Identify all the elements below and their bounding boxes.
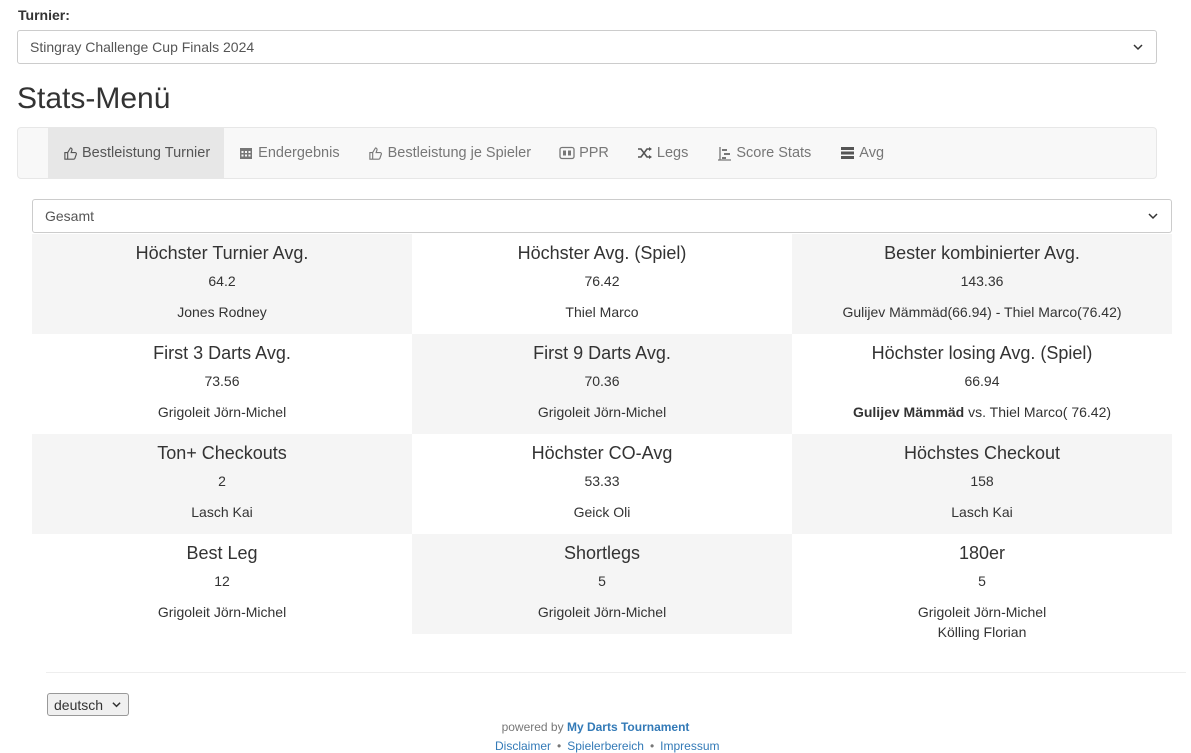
footer-link-impressum[interactable]: Impressum	[660, 739, 719, 753]
chevron-down-icon	[1132, 41, 1144, 53]
tab-label: Bestleistung Turnier	[82, 145, 211, 161]
stat-cell-ton-plus-checkouts: Ton+ Checkouts 2 Lasch Kai	[32, 434, 412, 534]
chevron-down-icon	[1147, 210, 1159, 222]
thumbs-up-icon	[62, 145, 78, 161]
stat-value: 76.42	[584, 273, 620, 289]
stat-value: 158	[970, 473, 994, 489]
footer-link-disclaimer[interactable]: Disclaimer	[495, 739, 551, 753]
tournament-label: Turnier:	[18, 7, 70, 23]
stat-cell-hoechster-losing-avg: Höchster losing Avg. (Spiel) 66.94 Gulij…	[792, 334, 1172, 434]
stat-cell-180er: 180er 5 Grigoleit Jörn-Michel Kölling Fl…	[792, 534, 1172, 640]
tab-label: Legs	[656, 145, 689, 161]
tab-label: PPR	[579, 145, 609, 161]
stat-player: Grigoleit Jörn-Michel	[537, 404, 667, 420]
stat-player: Gulijev Mämmäd(66.94) - Thiel Marco(76.4…	[842, 304, 1122, 320]
ppr-icon	[559, 145, 575, 161]
stat-player: Geick Oli	[573, 504, 631, 520]
tab-endergebnis[interactable]: Endergebnis	[224, 128, 353, 178]
powered-by: powered by My Darts Tournament	[0, 720, 1191, 734]
footer-divider	[46, 672, 1186, 673]
calendar-icon	[238, 145, 254, 161]
stat-title: Höchstes Checkout	[903, 443, 1061, 463]
tab-score-stats[interactable]: Score Stats	[702, 128, 825, 178]
footer-separator: •	[557, 739, 562, 753]
stat-title: First 3 Darts Avg.	[153, 343, 291, 363]
shuffle-icon	[637, 145, 653, 161]
stat-player: Lasch Kai	[951, 504, 1013, 520]
stat-title: Höchster Turnier Avg.	[135, 243, 309, 263]
tab-label: Avg	[859, 145, 885, 161]
stat-player: Grigoleit Jörn-Michel	[157, 404, 287, 420]
stat-cell-best-leg: Best Leg 12 Grigoleit Jörn-Michel	[32, 534, 412, 634]
stat-value: 5	[978, 573, 986, 589]
stat-cell-first-3-darts-avg: First 3 Darts Avg. 73.56 Grigoleit Jörn-…	[32, 334, 412, 434]
stat-cell-hoechstes-checkout: Höchstes Checkout 158 Lasch Kai	[792, 434, 1172, 534]
stats-grid: Höchster Turnier Avg. 64.2 Jones Rodney …	[32, 234, 1172, 640]
stat-player-1: Grigoleit Jörn-Michel	[917, 604, 1047, 620]
stat-title: Ton+ Checkouts	[157, 443, 287, 463]
footer-link-spielerbereich[interactable]: Spielerbereich	[567, 739, 644, 753]
stat-value: 2	[218, 473, 226, 489]
tournament-select[interactable]: Stingray Challenge Cup Finals 2024	[17, 30, 1157, 64]
stat-title: First 9 Darts Avg.	[533, 343, 671, 363]
footer-links: Disclaimer • Spielerbereich • Impressum	[495, 739, 719, 753]
stat-value: 64.2	[208, 273, 236, 289]
stat-title: Shortlegs	[563, 543, 641, 563]
tab-legs[interactable]: Legs	[623, 128, 702, 178]
stat-cell-hoechster-turnier-avg: Höchster Turnier Avg. 64.2 Jones Rodney	[32, 234, 412, 334]
tab-ppr[interactable]: PPR	[545, 128, 623, 178]
stat-value: 5	[598, 573, 606, 589]
stat-value: 70.36	[584, 373, 620, 389]
stat-title: Bester kombinierter Avg.	[884, 243, 1080, 263]
stats-nav: Bestleistung Turnier Endergebnis Bestlei…	[17, 127, 1157, 179]
stat-player: Jones Rodney	[177, 304, 267, 320]
stat-value: 53.33	[584, 473, 620, 489]
stat-player: Grigoleit Jörn-Michel	[537, 604, 667, 620]
stat-title: Höchster losing Avg. (Spiel)	[871, 343, 1093, 363]
stat-value: 12	[214, 573, 230, 589]
brand-link[interactable]: My Darts Tournament	[567, 720, 689, 734]
stat-player-loser: Gulijev Mämmäd	[852, 404, 965, 420]
scope-select-value: Gesamt	[45, 208, 95, 224]
chevron-down-icon	[110, 699, 122, 711]
stat-player: Gulijev Mämmäd vs. Thiel Marco( 76.42)	[792, 402, 1172, 422]
tree-icon	[716, 145, 732, 161]
tab-bestleistung-je-spieler[interactable]: Bestleistung je Spieler	[354, 128, 545, 178]
stat-value: 73.56	[204, 373, 240, 389]
scope-select[interactable]: Gesamt	[32, 199, 1172, 233]
stat-cell-hoechster-co-avg: Höchster CO-Avg 53.33 Geick Oli	[412, 434, 792, 534]
tab-label: Endergebnis	[258, 145, 340, 161]
stat-cell-first-9-darts-avg: First 9 Darts Avg. 70.36 Grigoleit Jörn-…	[412, 334, 792, 434]
tab-avg[interactable]: Avg	[825, 128, 898, 178]
stat-cell-bester-kombinierter-avg: Bester kombinierter Avg. 143.36 Gulijev …	[792, 234, 1172, 334]
page-title: Stats-Menü	[17, 82, 171, 115]
list-icon	[839, 145, 855, 161]
language-select[interactable]: deutsch	[47, 693, 129, 716]
stat-cell-shortlegs: Shortlegs 5 Grigoleit Jörn-Michel	[412, 534, 792, 634]
tournament-select-value: Stingray Challenge Cup Finals 2024	[30, 39, 255, 55]
stat-title: Höchster CO-Avg	[531, 443, 673, 463]
tab-bestleistung-turnier[interactable]: Bestleistung Turnier	[48, 128, 225, 178]
thumbs-up-icon	[368, 145, 384, 161]
stat-player: Thiel Marco	[565, 304, 639, 320]
stat-title: 180er	[958, 543, 1006, 563]
stat-player: Lasch Kai	[191, 504, 253, 520]
language-select-value: deutsch	[54, 696, 104, 713]
tab-label: Bestleistung je Spieler	[387, 145, 532, 161]
stat-title: Best Leg	[186, 543, 258, 563]
stat-player: Grigoleit Jörn-Michel	[157, 604, 287, 620]
powered-by-prefix: powered by	[501, 720, 564, 734]
stat-player: Grigoleit Jörn-Michel Kölling Florian	[792, 602, 1172, 642]
stat-value: 143.36	[960, 273, 1004, 289]
footer-separator: •	[649, 739, 655, 753]
stat-value: 66.94	[964, 373, 1000, 389]
stat-title: Höchster Avg. (Spiel)	[517, 243, 687, 263]
stat-player-2: Kölling Florian	[937, 624, 1027, 640]
stat-player-opponent: vs. Thiel Marco( 76.42)	[964, 404, 1112, 420]
stat-cell-hoechster-avg-spiel: Höchster Avg. (Spiel) 76.42 Thiel Marco	[412, 234, 792, 334]
tab-label: Score Stats	[736, 145, 812, 161]
